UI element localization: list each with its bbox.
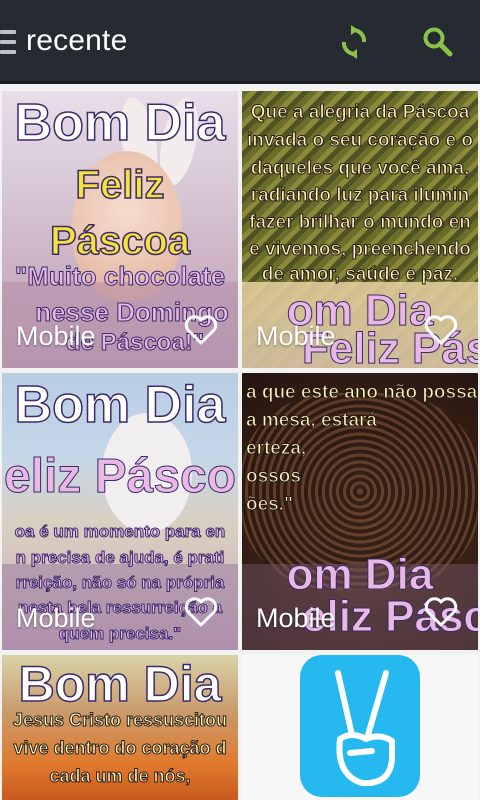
heart-outline-icon[interactable] (424, 596, 458, 628)
card-text-heading: Bom Dia (14, 376, 226, 434)
card-text-line: invada o seu coração e o (247, 130, 474, 151)
card-text-line: "Muito chocolate (14, 261, 226, 291)
card-text-line: erteza, (246, 438, 307, 459)
card-text-line: Páscoa (49, 219, 191, 263)
card-text-line: fazer brilhar o mundo en (249, 212, 472, 233)
card-text-heading: om Dia (286, 550, 434, 599)
card-text-line: radiando luz para ilumin (250, 185, 470, 206)
card-text-line: ões." (246, 494, 294, 515)
ad-card[interactable] (242, 655, 478, 800)
card-category-label: Mobile (16, 321, 96, 351)
card-text-line: de amor, saúde e paz. (261, 264, 459, 285)
refresh-icon (341, 25, 367, 59)
card-text-line: daqueles que você ama, (250, 158, 470, 179)
heart-outline-icon[interactable] (424, 314, 458, 346)
card-text-heading: Bom Dia (18, 656, 222, 712)
search-button[interactable] (418, 22, 458, 62)
card-category-label: Mobile (256, 603, 336, 633)
card-text-line: oa é um momento para en (14, 522, 226, 541)
page-title: recente (26, 24, 128, 57)
card-text-line: eliz Pásco (3, 450, 237, 503)
card-text-line: n precisa de ajuda, é prati (15, 548, 225, 567)
app-bar: recente (0, 0, 480, 84)
image-card[interactable]: Bom Dia eliz Pásco oa é um momento para … (2, 373, 238, 650)
card-category-label: Mobile (256, 321, 336, 351)
card-text-line: e vivemos, preenchendo (249, 239, 472, 260)
image-card[interactable]: Que a alegria da Páscoa invada o seu cor… (242, 91, 478, 368)
hamburger-icon[interactable] (0, 30, 16, 54)
heart-outline-icon[interactable] (184, 314, 218, 346)
search-icon (423, 27, 453, 57)
card-text-line: ossos (246, 466, 302, 487)
card-category-label: Mobile (16, 603, 96, 633)
card-text-line: Jesus Cristo ressuscitou (12, 710, 228, 730)
card-text-line: Feliz (75, 163, 165, 207)
heart-outline-icon[interactable] (184, 596, 218, 628)
card-text-line: a mesa, estará (246, 410, 378, 431)
card-text-line: vive dentro do coração d (13, 738, 227, 758)
card-text-line: a que este ano não possa (246, 382, 478, 403)
card-text-line: cada um de nós, (49, 766, 191, 786)
image-grid: Bom Dia Feliz Páscoa "Muito chocolate ne… (0, 87, 480, 800)
image-card[interactable]: Bom Dia Feliz Páscoa "Muito chocolate ne… (2, 91, 238, 368)
image-card[interactable]: a que este ano não possa a mesa, estará … (242, 373, 478, 650)
card-text-heading: Bom Dia (14, 94, 226, 152)
refresh-button[interactable] (334, 22, 374, 62)
card-text-line: rreição, não só na própria (15, 573, 225, 592)
image-card[interactable]: Bom Dia Jesus Cristo ressuscitou vive de… (2, 655, 238, 800)
card-text-line: Que a alegria da Páscoa (250, 102, 470, 123)
peace-hand-icon[interactable] (300, 655, 420, 797)
